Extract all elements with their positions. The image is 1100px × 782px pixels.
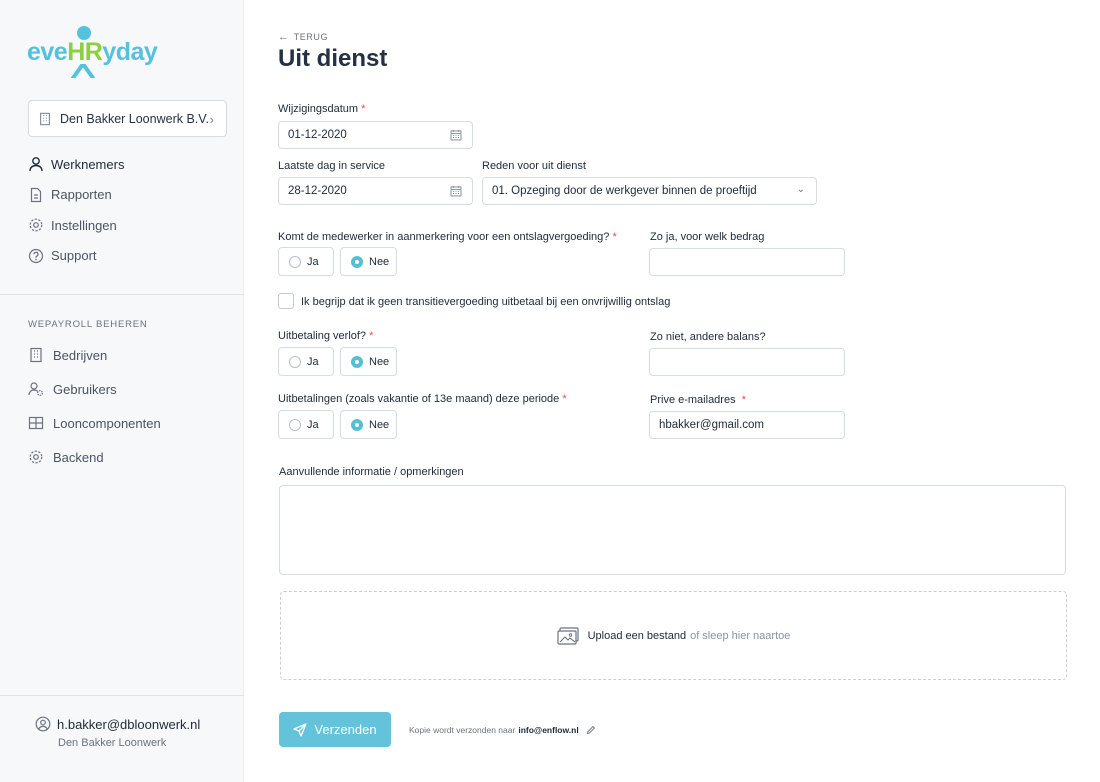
pencil-icon[interactable] <box>586 725 596 735</box>
last-day-value: 28-12-2020 <box>288 185 347 197</box>
severance-label: Komt de medewerker in aanmerkering voor … <box>278 231 617 243</box>
admin-nav: Bedrijven Gebruikers Looncomponenten Bac… <box>28 338 161 474</box>
copy-email: info@enflow.nl <box>518 725 579 735</box>
company-switcher[interactable]: Den Bakker Loonwerk B.V. › <box>28 100 227 137</box>
nav-label: Werknemers <box>51 156 125 172</box>
submit-button[interactable]: Verzenden <box>279 712 391 747</box>
nav-item-rapporten[interactable]: Rapporten <box>28 180 124 211</box>
nav-item-bedrijven[interactable]: Bedrijven <box>28 338 161 372</box>
remarks-label: Aanvullende informatie / opmerkingen <box>279 466 464 478</box>
file-upload-dropzone[interactable]: Upload een bestand of sleep hier naartoe <box>280 591 1067 680</box>
acknowledge-checkbox[interactable] <box>278 293 294 309</box>
nav-label: Instellingen <box>51 217 117 233</box>
nav-item-backend[interactable]: Backend <box>28 440 161 474</box>
back-label: TERUG <box>293 32 329 42</box>
image-icon <box>557 626 579 645</box>
copy-note: Kopie wordt verzonden naar info@enflow.nl <box>409 725 596 735</box>
leave-payout-no-option[interactable]: Nee <box>340 347 397 376</box>
calendar-icon[interactable] <box>450 129 462 141</box>
building-icon <box>30 347 42 363</box>
payouts-label: Uitbetalingen (zoals vakantie of 13e maa… <box>278 393 567 405</box>
upload-link[interactable]: Upload een bestand <box>588 630 686 642</box>
last-day-input[interactable]: 28-12-2020 <box>278 177 473 205</box>
nav-label: Looncomponenten <box>53 415 161 431</box>
nav-label: Gebruikers <box>53 381 117 397</box>
grid-icon <box>28 416 44 430</box>
last-day-label: Laatste dag in service <box>278 160 386 172</box>
logo-text: eveHRyday <box>27 38 158 66</box>
sidebar-divider <box>0 695 244 696</box>
section-title: WEPAYROLL BEHEREN <box>28 319 148 330</box>
chevron-down-icon: ⌄ <box>796 184 805 195</box>
page-title: Uit dienst <box>278 45 388 72</box>
back-link[interactable]: ← TERUG <box>278 31 328 43</box>
leave-payout-label: Uitbetaling verlof? * <box>278 330 374 342</box>
reason-select[interactable]: 01. Opzeging door de werkgever binnen de… <box>482 177 817 205</box>
severance-amount-input[interactable] <box>649 248 845 276</box>
main-content: ← TERUG Uit dienst Wijzigingsdatum * 01-1… <box>278 0 1078 782</box>
payouts-yes-option[interactable]: Ja <box>278 410 334 439</box>
severance-yes-option[interactable]: Ja <box>278 247 334 276</box>
nav-item-gebruikers[interactable]: Gebruikers <box>28 372 161 406</box>
severance-amount-label: Zo ja, voor welk bedrag <box>650 231 765 243</box>
radio-icon <box>289 355 301 368</box>
acknowledge-label: Ik begrijp dat ik geen transitievergoedi… <box>301 296 671 308</box>
company-name: Den Bakker Loonwerk B.V. <box>60 111 209 126</box>
chevron-right-icon: › <box>209 112 214 127</box>
payouts-no-option[interactable]: Nee <box>340 410 397 439</box>
sidebar: eveHRyday Den Bakker Loonwerk B.V. › Wer… <box>0 0 244 782</box>
email-value: hbakker@gmail.com <box>659 419 764 431</box>
send-icon <box>293 722 308 737</box>
reason-label: Reden voor uit dienst <box>482 160 586 172</box>
gear-icon <box>29 450 43 464</box>
logo-legs-icon <box>71 64 95 78</box>
change-date-label: Wijzigingsdatum * <box>278 103 366 115</box>
radio-selected-icon <box>351 355 363 368</box>
email-input[interactable]: hbakker@gmail.com <box>649 411 845 439</box>
nav-label: Support <box>51 248 97 264</box>
radio-icon <box>289 418 301 431</box>
nav-label: Bedrijven <box>53 347 108 363</box>
gear-icon <box>29 218 43 232</box>
submit-label: Verzenden <box>314 722 377 737</box>
building-icon <box>40 112 50 125</box>
document-icon <box>30 187 42 202</box>
nav-item-support[interactable]: Support <box>28 241 124 272</box>
other-balance-label: Zo niet, andere balans? <box>650 331 766 343</box>
radio-selected-icon <box>351 255 363 268</box>
nav-item-werknemers[interactable]: Werknemers <box>28 149 124 180</box>
severance-no-option[interactable]: Nee <box>340 247 397 276</box>
users-gear-icon <box>28 382 44 397</box>
reason-value: 01. Opzeging door de werkgever binnen de… <box>492 185 757 197</box>
nav-item-looncomponenten[interactable]: Looncomponenten <box>28 406 161 440</box>
radio-selected-icon <box>351 418 363 431</box>
everyday-logo[interactable]: eveHRyday <box>27 26 159 80</box>
upload-hint: of sleep hier naartoe <box>690 629 791 642</box>
calendar-icon[interactable] <box>450 185 462 197</box>
sidebar-divider <box>0 294 244 295</box>
nav-label: Backend <box>53 449 104 465</box>
user-circle-icon <box>35 716 51 732</box>
help-icon <box>28 248 44 263</box>
leave-payout-yes-option[interactable]: Ja <box>278 347 334 376</box>
radio-icon <box>289 255 301 268</box>
user-company: Den Bakker Loonwerk <box>58 737 167 749</box>
user-icon <box>29 157 43 172</box>
change-date-input[interactable]: 01-12-2020 <box>278 121 473 149</box>
main-nav: Werknemers Rapporten Instellingen Suppor… <box>28 149 124 271</box>
user-account[interactable]: h.bakker@dbloonwerk.nl <box>35 716 200 732</box>
change-date-value: 01-12-2020 <box>288 129 347 141</box>
user-email: h.bakker@dbloonwerk.nl <box>57 716 201 732</box>
arrow-left-icon: ← <box>278 31 290 43</box>
nav-label: Rapporten <box>51 187 112 203</box>
nav-item-instellingen[interactable]: Instellingen <box>28 210 124 241</box>
remarks-textarea[interactable] <box>279 485 1066 575</box>
other-balance-input[interactable] <box>649 348 845 376</box>
email-label: Prive e-mailadres * <box>650 394 746 406</box>
